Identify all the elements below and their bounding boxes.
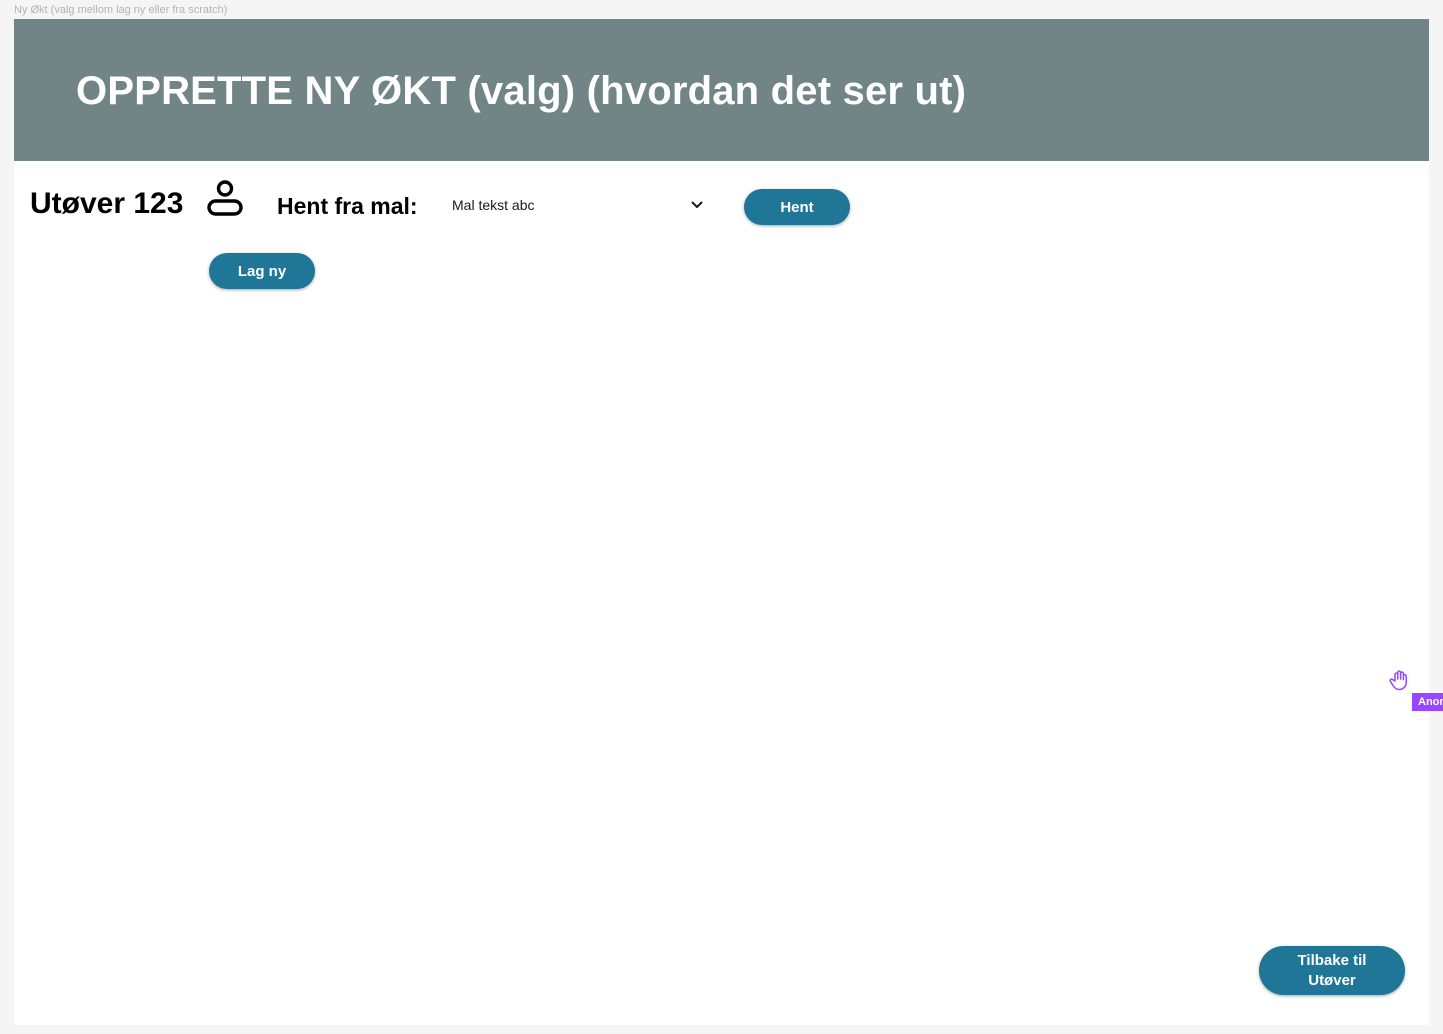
hand-cursor-icon: [1389, 670, 1407, 691]
frame-label: Ny Økt (valg mellom lag ny eller fra scr…: [14, 4, 228, 16]
template-label: Hent fra mal:: [277, 193, 418, 219]
fetch-template-button[interactable]: Hent: [744, 189, 850, 225]
page-header: OPPRETTE NY ØKT (valg) (hvordan det ser …: [14, 19, 1429, 161]
template-select[interactable]: Mal tekst abc: [444, 189, 714, 221]
collaborator-tag: Anonymous: [1412, 693, 1443, 711]
page-frame: OPPRETTE NY ØKT (valg) (hvordan det ser …: [14, 19, 1429, 1025]
athlete-name: Utøver 123: [30, 187, 184, 220]
page-title: OPPRETTE NY ØKT (valg) (hvordan det ser …: [76, 69, 967, 113]
back-to-athlete-label: Tilbake til Utøver: [1297, 951, 1367, 989]
back-to-athlete-button[interactable]: Tilbake til Utøver: [1259, 946, 1405, 995]
chevron-down-icon: [691, 201, 703, 208]
template-select-value: Mal tekst abc: [452, 197, 535, 213]
user-icon: [207, 180, 243, 216]
create-new-button[interactable]: Lag ny: [209, 253, 315, 289]
